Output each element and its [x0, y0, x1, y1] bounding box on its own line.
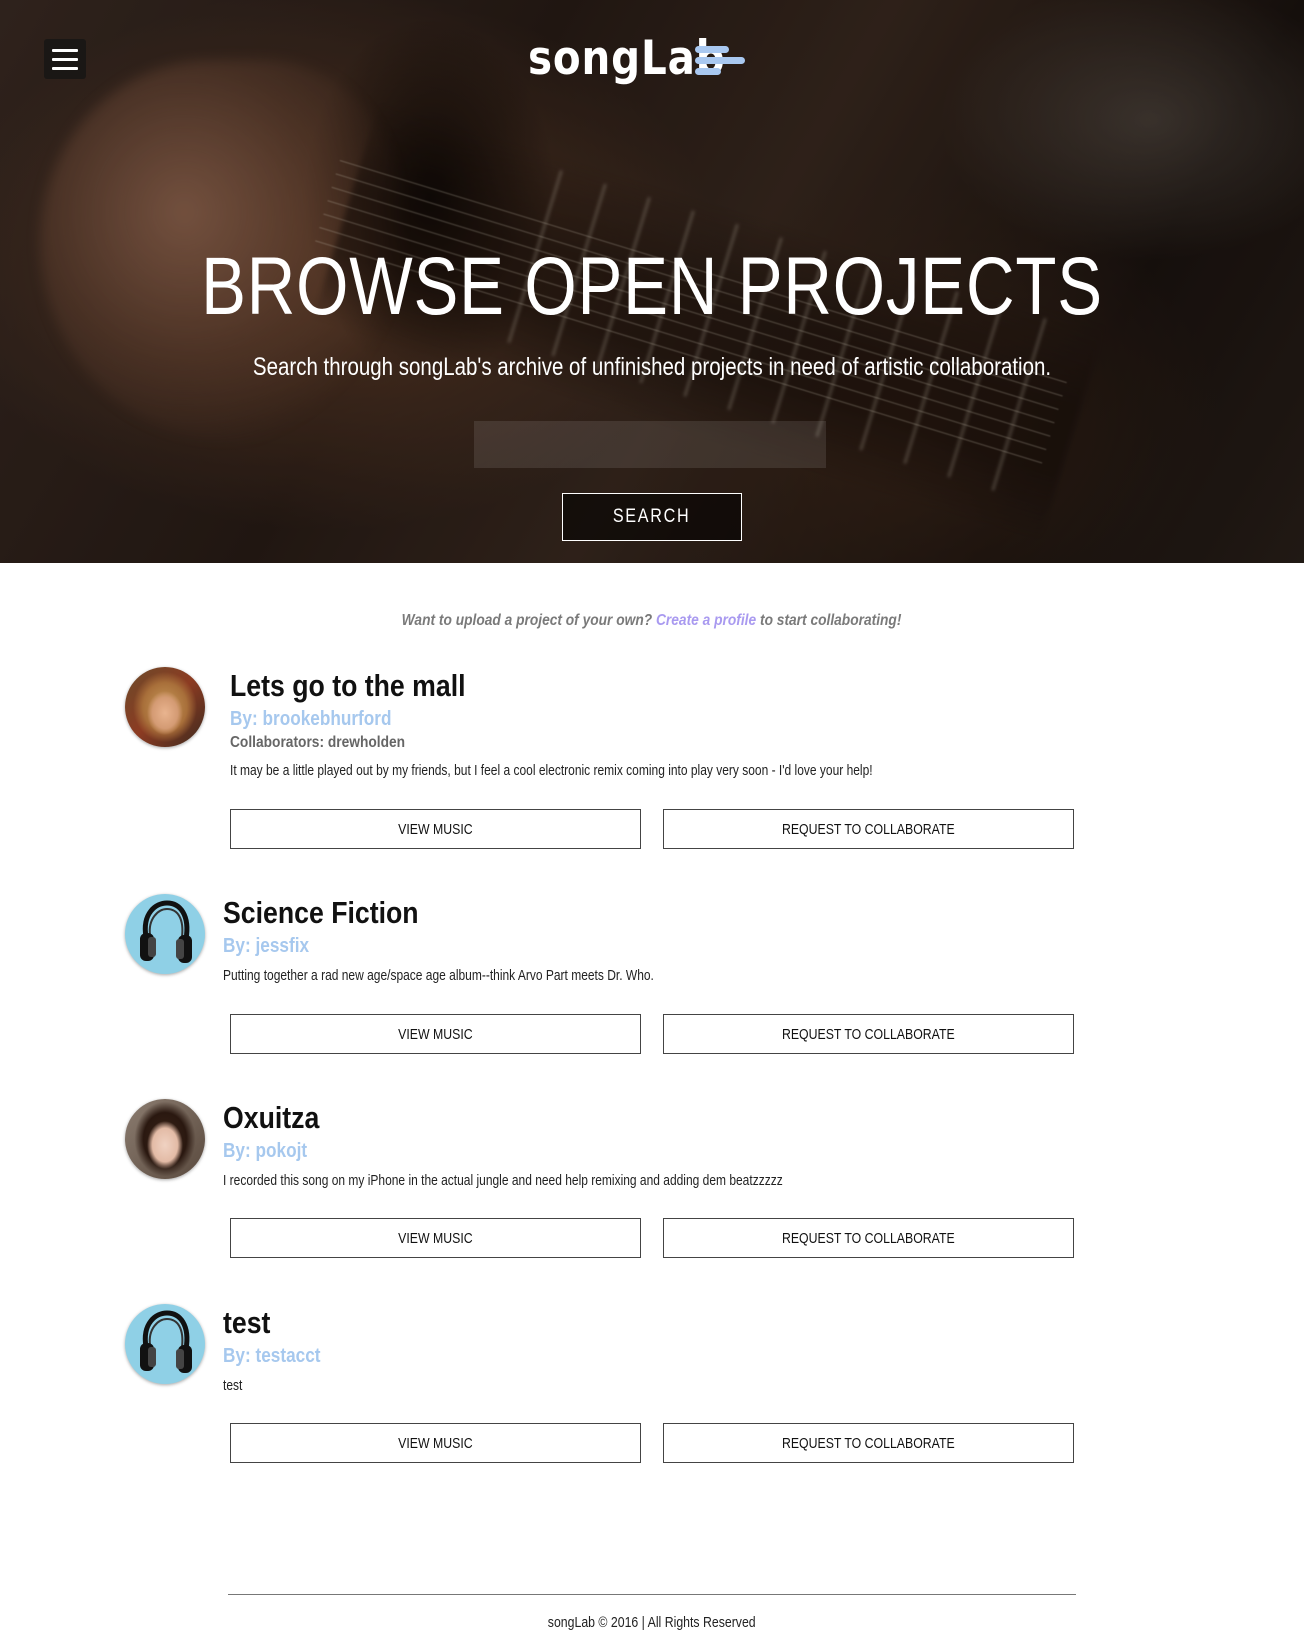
footer-copyright: songLab © 2016 | All Rights Reserved: [548, 1614, 756, 1631]
view-music-button[interactable]: VIEW MUSIC: [230, 1014, 641, 1054]
request-to-collaborate-button[interactable]: REQUEST TO COLLABORATE: [663, 1423, 1074, 1463]
view-music-label: VIEW MUSIC: [398, 1434, 473, 1452]
project-author[interactable]: By: pokojt: [223, 1140, 307, 1163]
request-to-collaborate-label: REQUEST TO COLLABORATE: [782, 1434, 955, 1452]
view-music-button[interactable]: VIEW MUSIC: [230, 1218, 641, 1258]
avatar[interactable]: [125, 667, 205, 747]
logo-text: songLab: [528, 30, 726, 86]
create-profile-link[interactable]: Create a profile: [656, 612, 756, 629]
search-input[interactable]: [474, 421, 826, 468]
view-music-label: VIEW MUSIC: [398, 1229, 473, 1247]
search-button-label: SEARCH: [613, 506, 691, 527]
headphones-icon: [140, 900, 192, 963]
view-music-label: VIEW MUSIC: [398, 820, 473, 838]
avatar[interactable]: [125, 1304, 205, 1384]
request-to-collaborate-label: REQUEST TO COLLABORATE: [782, 1025, 955, 1043]
project-title[interactable]: Lets go to the mall: [230, 668, 466, 704]
footer: songLab © 2016 | All Rights Reserved: [0, 1614, 1304, 1631]
project-title[interactable]: Oxuitza: [223, 1100, 319, 1136]
create-profile-prompt: Want to upload a project of your own? Cr…: [0, 612, 1304, 630]
hamburger-menu-button[interactable]: [44, 39, 86, 79]
project-description: test: [223, 1377, 243, 1394]
avatar[interactable]: [125, 1099, 205, 1179]
promo-text-after: to start collaborating!: [760, 612, 902, 629]
request-to-collaborate-button[interactable]: REQUEST TO COLLABORATE: [663, 809, 1074, 849]
project-description: Putting together a rad new age/space age…: [223, 967, 654, 984]
hamburger-line: [52, 57, 78, 61]
project-title[interactable]: Science Fiction: [223, 895, 419, 931]
request-to-collaborate-label: REQUEST TO COLLABORATE: [782, 1229, 955, 1247]
view-music-button[interactable]: VIEW MUSIC: [230, 1423, 641, 1463]
hero-banner: songLab BROWSE OPEN PROJECTS Search thro…: [0, 0, 1304, 563]
project-title[interactable]: test: [223, 1305, 270, 1341]
project-description: I recorded this song on my iPhone in the…: [223, 1172, 783, 1189]
avatar[interactable]: [125, 894, 205, 974]
footer-divider: [228, 1594, 1076, 1595]
promo-text-before: Want to upload a project of your own?: [402, 612, 653, 629]
page-subtitle: Search through songLab's archive of unfi…: [252, 353, 1052, 381]
request-to-collaborate-label: REQUEST TO COLLABORATE: [782, 820, 955, 838]
request-to-collaborate-button[interactable]: REQUEST TO COLLABORATE: [663, 1218, 1074, 1258]
request-to-collaborate-button[interactable]: REQUEST TO COLLABORATE: [663, 1014, 1074, 1054]
project-author[interactable]: By: jessfix: [223, 935, 309, 958]
headphones-icon: [140, 1310, 192, 1373]
logo-bars-icon: [695, 38, 747, 78]
project-collaborators: Collaborators: drewholden: [230, 734, 406, 751]
view-music-label: VIEW MUSIC: [398, 1025, 473, 1043]
search-button[interactable]: SEARCH: [562, 493, 742, 541]
view-music-button[interactable]: VIEW MUSIC: [230, 809, 641, 849]
project-author[interactable]: By: brookebhurford: [230, 708, 391, 731]
project-author[interactable]: By: testacct: [223, 1345, 321, 1368]
hamburger-menu-icon: [52, 48, 78, 52]
site-logo[interactable]: songLab: [528, 28, 747, 88]
project-description: It may be a little played out by my frie…: [230, 762, 873, 779]
hamburger-line: [52, 66, 78, 70]
page-title: BROWSE OPEN PROJECTS: [201, 241, 1103, 332]
